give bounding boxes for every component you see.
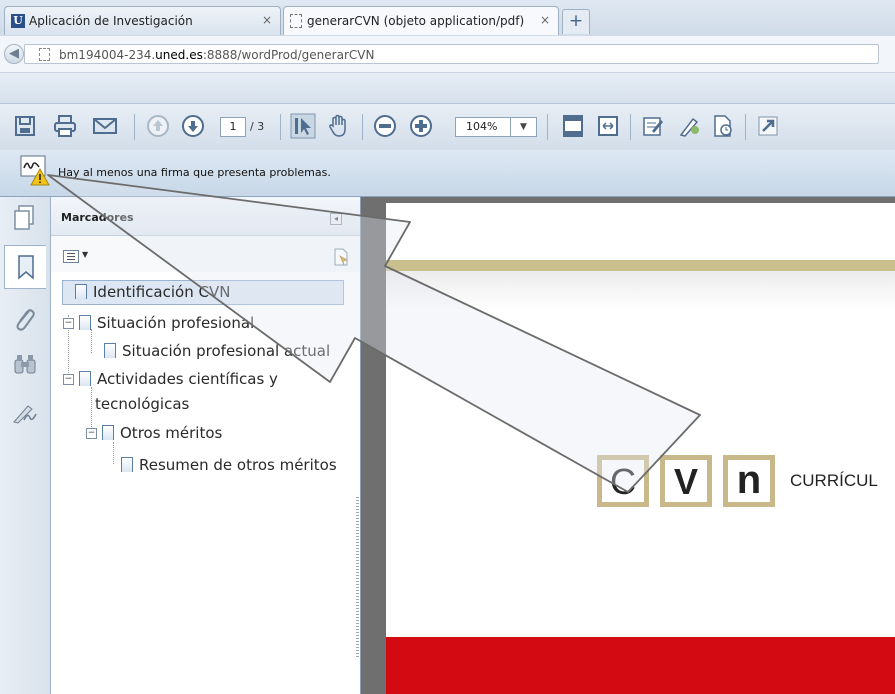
search-binoculars-icon[interactable] bbox=[12, 352, 38, 379]
cvn-logo-box-v: V bbox=[660, 455, 712, 507]
signature-warning-bar: Hay al menos una firma que presenta prob… bbox=[0, 150, 895, 197]
cvn-logo-box-n: n bbox=[723, 455, 775, 507]
bookmark-icon bbox=[104, 343, 116, 358]
expand-icon[interactable] bbox=[755, 113, 781, 139]
collapse-panel-icon[interactable]: ◂ bbox=[330, 213, 342, 225]
bookmarks-header: Marcadores ◂ bbox=[51, 197, 360, 236]
panel-resize-grip[interactable] bbox=[356, 497, 359, 657]
bookmark-label: Situación profesional bbox=[97, 314, 255, 332]
bookmark-icon bbox=[102, 425, 114, 440]
comment-icon[interactable] bbox=[640, 113, 666, 139]
pdf-toolbar: 1 / 3 104% ▼ bbox=[0, 104, 895, 151]
tab-aplicacion[interactable]: U Aplicación de Investigación × bbox=[4, 6, 281, 35]
bookmark-icon bbox=[18, 255, 34, 280]
red-footer-band bbox=[386, 637, 895, 694]
bookmark-item-situacion[interactable]: Situación profesional bbox=[79, 314, 254, 332]
navigation-bar: ◀ bm194004-234.uned.es:8888/wordProd/gen… bbox=[0, 36, 895, 73]
bookmark-item-resumen[interactable]: Resumen de otros méritos bbox=[121, 456, 337, 474]
document-clock-icon[interactable] bbox=[710, 113, 736, 139]
cvn-logo-box-c: C bbox=[597, 455, 649, 507]
collapse-toggle-icon[interactable]: − bbox=[63, 318, 74, 329]
attachments-icon[interactable] bbox=[13, 307, 37, 336]
page-icon bbox=[39, 48, 50, 61]
zoom-select[interactable]: 104% bbox=[455, 117, 511, 137]
select-tool-icon[interactable] bbox=[290, 113, 316, 139]
options-dropdown-icon[interactable]: ▼ bbox=[82, 250, 88, 259]
bookmark-icon bbox=[121, 457, 133, 472]
tab-title: Aplicación de Investigación bbox=[29, 14, 193, 28]
pdf-page: C V n CURRÍCUL bbox=[386, 203, 895, 694]
tab-generarcvn[interactable]: generarCVN (objeto application/pdf) × bbox=[283, 6, 559, 35]
collapse-toggle-icon[interactable]: − bbox=[86, 428, 97, 439]
bookmarks-title: Marcadores bbox=[61, 211, 134, 224]
new-bookmark-icon[interactable] bbox=[332, 248, 350, 269]
bookmark-item-identificacion[interactable]: Identificación CVN bbox=[75, 283, 230, 301]
u-favicon-icon: U bbox=[11, 14, 25, 28]
document-view[interactable]: C V n CURRÍCUL bbox=[361, 197, 895, 694]
signature-warning-text: Hay al menos una firma que presenta prob… bbox=[58, 166, 331, 179]
close-tab-icon[interactable]: × bbox=[540, 13, 550, 27]
url-bar[interactable]: bm194004-234.uned.es:8888/wordProd/gener… bbox=[24, 44, 879, 64]
bookmark-options-icon[interactable] bbox=[63, 250, 79, 263]
save-icon[interactable] bbox=[12, 113, 38, 139]
url-suffix: :8888/wordProd/generarCVN bbox=[202, 48, 375, 62]
fit-width-icon[interactable] bbox=[595, 113, 621, 139]
gold-header-bar bbox=[386, 260, 895, 271]
zoom-dropdown-icon[interactable]: ▼ bbox=[511, 117, 537, 137]
bookmark-icon bbox=[79, 315, 91, 330]
tab-strip: U Aplicación de Investigación × generarC… bbox=[0, 0, 895, 37]
bookmarks-tab[interactable] bbox=[4, 245, 46, 289]
navigation-pane bbox=[0, 197, 51, 694]
bookmark-label: Otros méritos bbox=[120, 424, 223, 442]
logo-letter: n bbox=[728, 460, 770, 502]
tab-title: generarCVN (objeto application/pdf) bbox=[307, 14, 525, 28]
close-tab-icon[interactable]: × bbox=[262, 13, 272, 27]
bookmark-item-otros-meritos[interactable]: Otros méritos bbox=[102, 424, 222, 442]
page-thumbnails-icon[interactable] bbox=[13, 205, 35, 234]
page-number-input[interactable]: 1 bbox=[220, 117, 246, 137]
browser-band bbox=[0, 73, 895, 104]
bookmark-item-situacion-actual[interactable]: Situación profesional actual bbox=[104, 342, 330, 360]
bookmark-icon bbox=[75, 284, 87, 299]
zoom-out-icon[interactable] bbox=[372, 113, 398, 139]
bookmark-label: Actividades científicas y bbox=[97, 370, 278, 388]
url-prefix: bm194004-234. bbox=[59, 48, 156, 62]
tree-line bbox=[113, 442, 115, 464]
page-icon bbox=[290, 14, 302, 28]
fit-page-icon[interactable] bbox=[560, 113, 586, 139]
tree-line bbox=[91, 329, 93, 353]
bookmarks-toolbar: ▼ bbox=[51, 236, 360, 272]
bookmark-item-actividades[interactable]: Actividades científicas y bbox=[79, 370, 278, 388]
previous-page-icon[interactable] bbox=[145, 113, 171, 139]
print-icon[interactable] bbox=[52, 113, 78, 139]
bookmark-label: Identificación CVN bbox=[93, 283, 231, 301]
logo-letter: C bbox=[602, 460, 644, 502]
header-shadow bbox=[386, 271, 895, 311]
new-tab-button[interactable]: + bbox=[562, 9, 590, 34]
bookmark-label: Situación profesional actual bbox=[122, 342, 331, 360]
page-total: / 3 bbox=[250, 120, 265, 133]
zoom-in-icon[interactable] bbox=[408, 113, 434, 139]
cvn-heading: CURRÍCUL bbox=[790, 471, 878, 490]
bookmarks-panel: Marcadores ◂ ▼ Identificación CVN − Situ… bbox=[51, 197, 361, 694]
zoom-value: 104% bbox=[466, 120, 498, 133]
signature-warning-icon[interactable] bbox=[20, 153, 54, 190]
bookmark-icon bbox=[79, 371, 91, 386]
bookmark-item-actividades-line2[interactable]: tecnológicas bbox=[95, 395, 189, 413]
url-domain: uned.es bbox=[155, 48, 203, 62]
hand-tool-icon[interactable] bbox=[325, 113, 351, 139]
next-page-icon[interactable] bbox=[180, 113, 206, 139]
signatures-panel-icon[interactable] bbox=[12, 402, 38, 427]
email-icon[interactable] bbox=[92, 113, 118, 139]
collapse-toggle-icon[interactable]: − bbox=[63, 374, 74, 385]
sign-icon[interactable] bbox=[677, 113, 703, 139]
logo-letter: V bbox=[665, 460, 707, 502]
bookmark-label: Resumen de otros méritos bbox=[139, 456, 337, 474]
back-icon[interactable]: ◀ bbox=[4, 44, 24, 64]
